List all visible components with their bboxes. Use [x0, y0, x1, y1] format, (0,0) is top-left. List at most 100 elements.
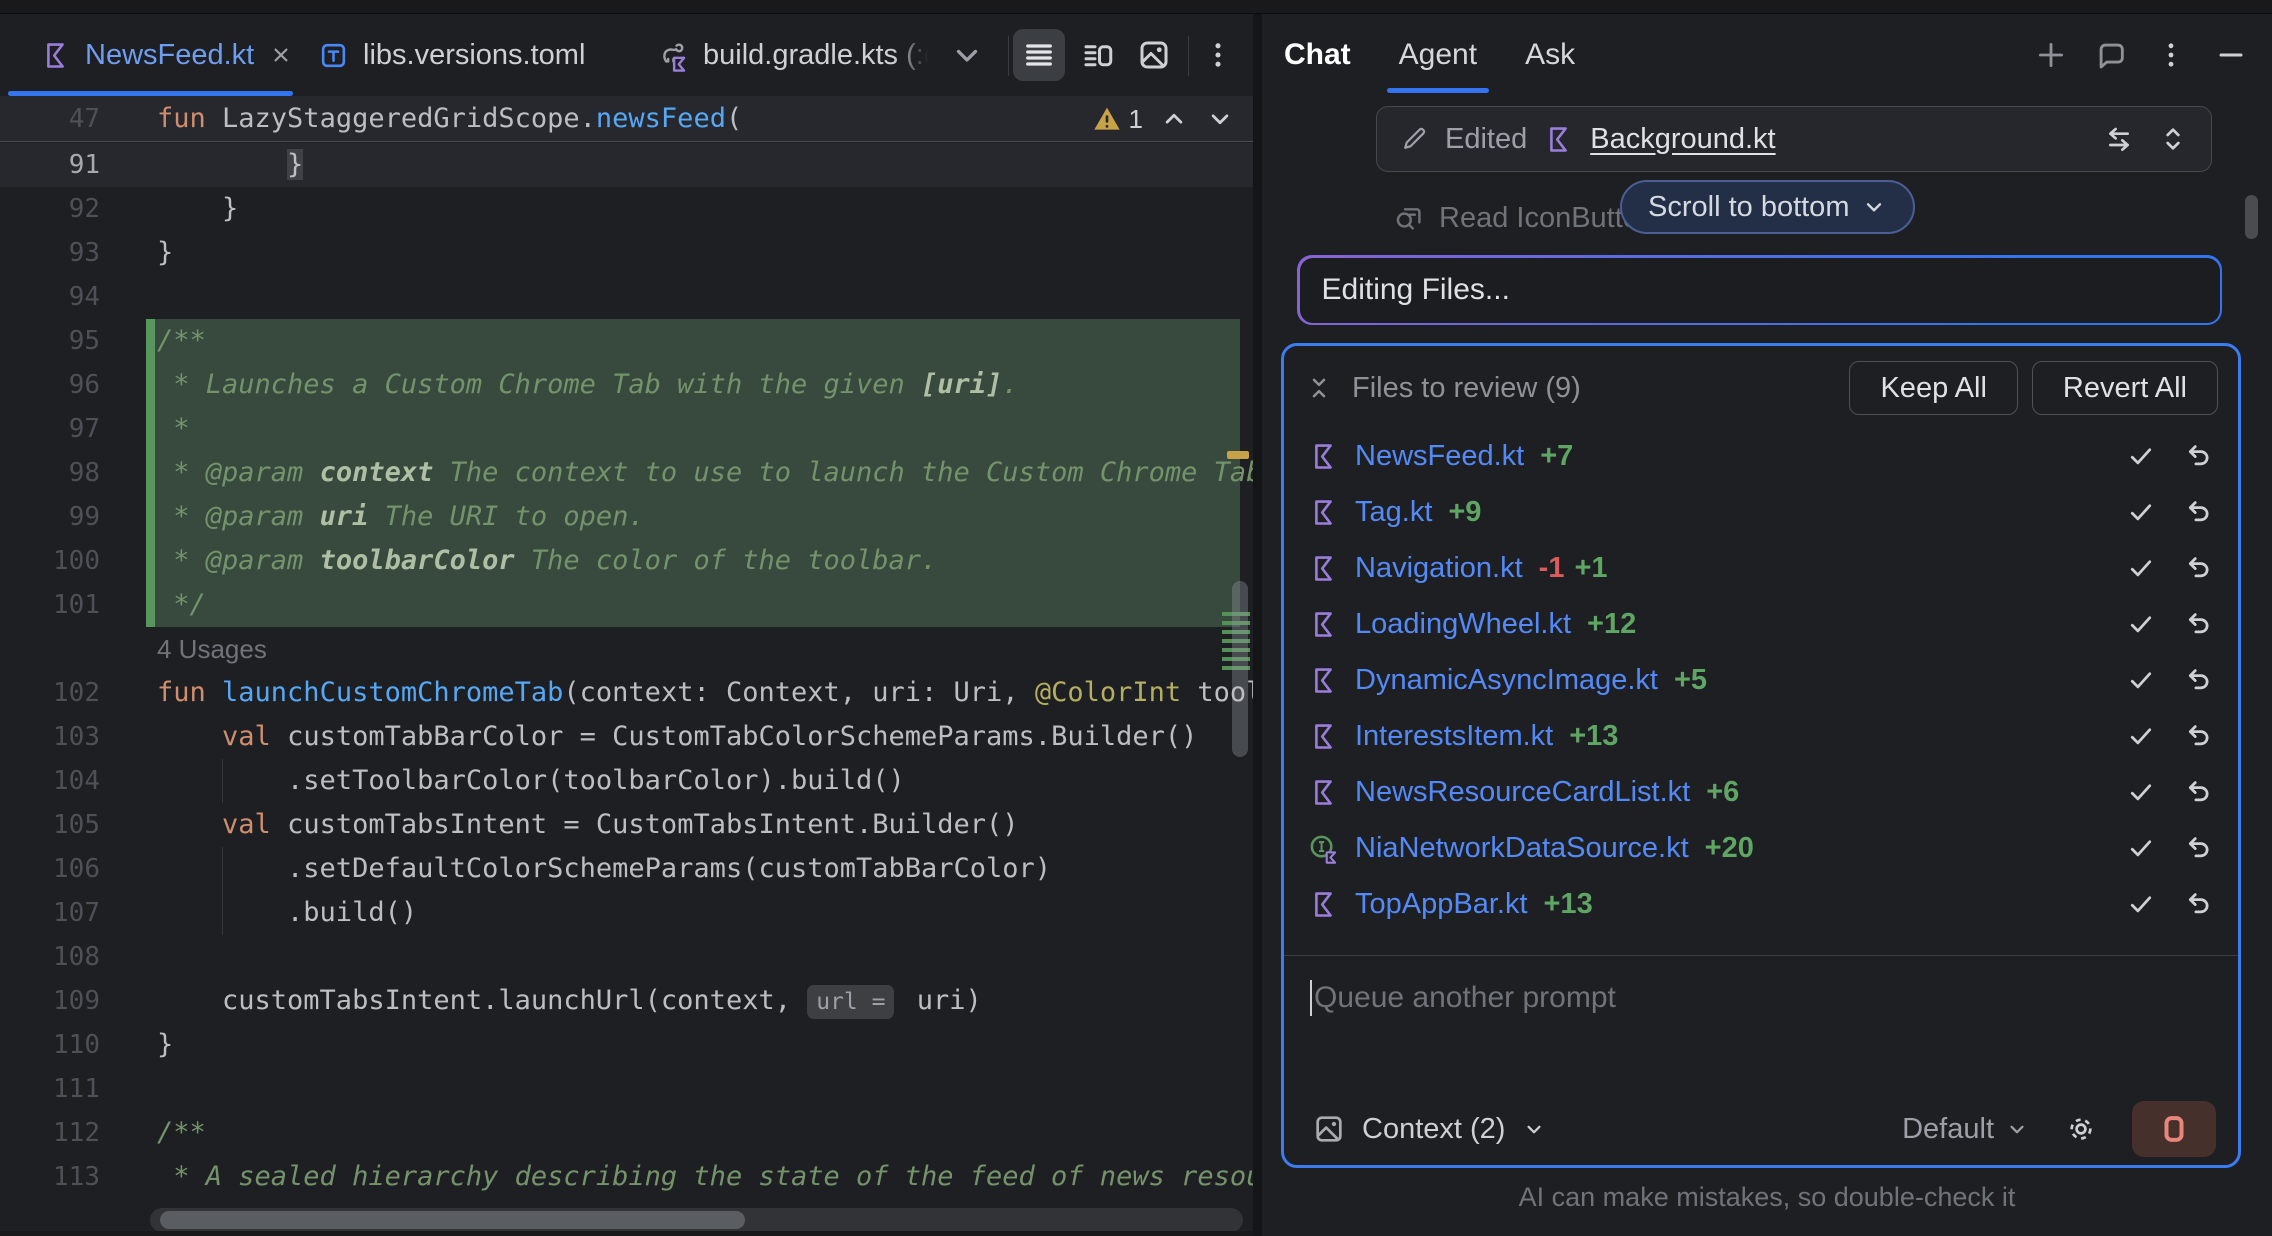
revert-file-button[interactable] [2184, 777, 2214, 807]
code-line[interactable]: 102fun launchCustomChromeTab(context: Co… [0, 671, 1253, 715]
file-row[interactable]: InterestsItem.kt+13 [1284, 708, 2238, 764]
scroll-to-bottom-button[interactable]: Scroll to bottom [1620, 180, 1915, 234]
editor-horizontal-scrollbar-track[interactable] [150, 1208, 1243, 1232]
show-diff-icon[interactable] [2103, 123, 2135, 155]
file-name-link[interactable]: Navigation.kt [1355, 552, 1523, 585]
file-name-link[interactable]: Tag.kt [1355, 496, 1432, 529]
file-row[interactable]: NewsFeed.kt+7 [1284, 428, 2238, 484]
editor-options-kebab-icon[interactable] [1192, 29, 1244, 81]
file-row[interactable]: NewsResourceCardList.kt+6 [1284, 764, 2238, 820]
file-row[interactable]: DynamicAsyncImage.kt+5 [1284, 652, 2238, 708]
collapse-all-icon[interactable] [1304, 373, 1334, 403]
keep-all-button[interactable]: Keep All [1849, 361, 2017, 415]
code-line[interactable]: 99 * @param uri The URI to open. [0, 495, 1253, 539]
model-selector[interactable]: Default [1902, 1113, 2030, 1146]
edited-file-card[interactable]: Edited Background.kt [1376, 106, 2212, 172]
code-line[interactable]: 101 */ [0, 583, 1253, 627]
keep-file-button[interactable] [2126, 833, 2156, 863]
revert-all-button[interactable]: Revert All [2032, 361, 2218, 415]
file-name-link[interactable]: NewsFeed.kt [1355, 440, 1524, 473]
code-line[interactable]: 106 .setDefaultColorSchemeParams(customT… [0, 847, 1253, 891]
next-problem-chevron-icon[interactable] [1205, 104, 1235, 134]
keep-file-button[interactable] [2126, 889, 2156, 919]
file-name-link[interactable]: NiaNetworkDataSource.kt [1355, 832, 1689, 865]
context-dropdown[interactable]: Context (2) [1362, 1113, 1505, 1146]
keep-file-button[interactable] [2126, 497, 2156, 527]
keep-file-button[interactable] [2126, 721, 2156, 751]
sticky-function-header[interactable]: 47 fun LazyStaggeredGridScope.newsFeed( … [0, 96, 1253, 142]
chat-options-kebab-icon[interactable] [2154, 38, 2188, 72]
editor-tab-libs-versions[interactable]: libs.versions.toml [318, 14, 585, 96]
tab-ask[interactable]: Ask [1525, 14, 1575, 96]
expand-collapse-icon[interactable] [2157, 123, 2189, 155]
revert-file-button[interactable] [2184, 833, 2214, 863]
file-name-link[interactable]: LoadingWheel.kt [1355, 608, 1571, 641]
code-line[interactable]: 109 customTabsIntent.launchUrl(context, … [0, 979, 1253, 1023]
file-row[interactable]: Tag.kt+9 [1284, 484, 2238, 540]
file-row[interactable]: Navigation.kt-1+1 [1284, 540, 2238, 596]
prompt-input[interactable]: Queue another prompt [1284, 956, 2238, 1096]
hide-panel-minus-icon[interactable] [2214, 38, 2248, 72]
code-line[interactable]: 98 * @param context The context to use t… [0, 451, 1253, 495]
code-line[interactable]: 103 val customTabBarColor = CustomTabCol… [0, 715, 1253, 759]
file-row[interactable]: LoadingWheel.kt+12 [1284, 596, 2238, 652]
revert-file-button[interactable] [2184, 497, 2214, 527]
code-line[interactable]: 96 * Launches a Custom Chrome Tab with t… [0, 363, 1253, 407]
design-view-button[interactable] [1128, 29, 1180, 81]
code-line[interactable]: 107 .build() [0, 891, 1253, 935]
code-line[interactable]: 100 * @param toolbarColor The color of t… [0, 539, 1253, 583]
edited-file-link[interactable]: Background.kt [1590, 123, 1775, 156]
stop-button[interactable] [2132, 1101, 2216, 1157]
keep-file-button[interactable] [2126, 441, 2156, 471]
previous-problem-chevron-icon[interactable] [1159, 104, 1189, 134]
revert-file-button[interactable] [2184, 721, 2214, 751]
file-name-link[interactable]: DynamicAsyncImage.kt [1355, 664, 1658, 697]
code-line[interactable]: 113 * A sealed hierarchy describing the … [0, 1155, 1253, 1199]
editor-code-rows[interactable]: 91 }92 }93}9495/**96 * Launches a Custom… [0, 143, 1253, 1203]
revert-file-button[interactable] [2184, 441, 2214, 471]
code-line[interactable]: 110} [0, 1023, 1253, 1067]
tab-overflow-chevron-icon[interactable] [950, 38, 984, 72]
chat-history-bubble-icon[interactable] [2094, 38, 2128, 72]
file-name-link[interactable]: TopAppBar.kt [1355, 888, 1528, 921]
keep-file-button[interactable] [2126, 777, 2156, 807]
keep-file-button[interactable] [2126, 665, 2156, 695]
editor-horizontal-scrollbar-thumb[interactable] [160, 1211, 745, 1229]
code-line[interactable]: 95/** [0, 319, 1253, 363]
code-line[interactable]: 92 } [0, 187, 1253, 231]
code-line[interactable]: 91 } [0, 143, 1253, 187]
revert-file-button[interactable] [2184, 889, 2214, 919]
code-line[interactable]: 111 [0, 1067, 1253, 1111]
editor-tab-newsfeed[interactable]: NewsFeed.kt [40, 14, 294, 96]
warning-icon[interactable]: 1 [1091, 103, 1143, 135]
new-chat-plus-icon[interactable] [2034, 38, 2068, 72]
tab-agent[interactable]: Agent [1399, 14, 1477, 96]
attach-context-image-icon[interactable] [1312, 1112, 1346, 1146]
code-line[interactable]: 104 .setToolbarColor(toolbarColor).build… [0, 759, 1253, 803]
file-row[interactable]: TopAppBar.kt+13 [1284, 876, 2238, 932]
file-name-link[interactable]: NewsResourceCardList.kt [1355, 776, 1690, 809]
keep-file-button[interactable] [2126, 553, 2156, 583]
code-line[interactable]: 93} [0, 231, 1253, 275]
chevron-down-icon[interactable] [1521, 1116, 1547, 1142]
file-name-link[interactable]: InterestsItem.kt [1355, 720, 1553, 753]
code-view-button[interactable] [1013, 29, 1065, 81]
code-line[interactable]: 105 val customTabsIntent = CustomTabsInt… [0, 803, 1253, 847]
revert-file-button[interactable] [2184, 553, 2214, 583]
close-tab-icon[interactable] [268, 42, 294, 68]
code-line[interactable]: 112/** [0, 1111, 1253, 1155]
gear-icon[interactable] [2064, 1112, 2098, 1146]
editor-vertical-scrollbar[interactable] [1232, 581, 1248, 757]
revert-file-button[interactable] [2184, 665, 2214, 695]
file-row[interactable]: NiaNetworkDataSource.kt+20 [1284, 820, 2238, 876]
usages-inlay-hint[interactable]: 4 Usages [157, 627, 267, 671]
split-view-button[interactable] [1072, 29, 1124, 81]
code-line[interactable]: 4 Usages [0, 627, 1253, 671]
code-line[interactable]: 108 [0, 935, 1253, 979]
pane-divider[interactable] [1253, 14, 1262, 1236]
code-line[interactable]: 97 * [0, 407, 1253, 451]
keep-file-button[interactable] [2126, 609, 2156, 639]
editor-tab-build-gradle[interactable]: build.gradle.kts (:c [655, 14, 928, 96]
chat-scrollbar[interactable] [2245, 195, 2258, 239]
revert-file-button[interactable] [2184, 609, 2214, 639]
